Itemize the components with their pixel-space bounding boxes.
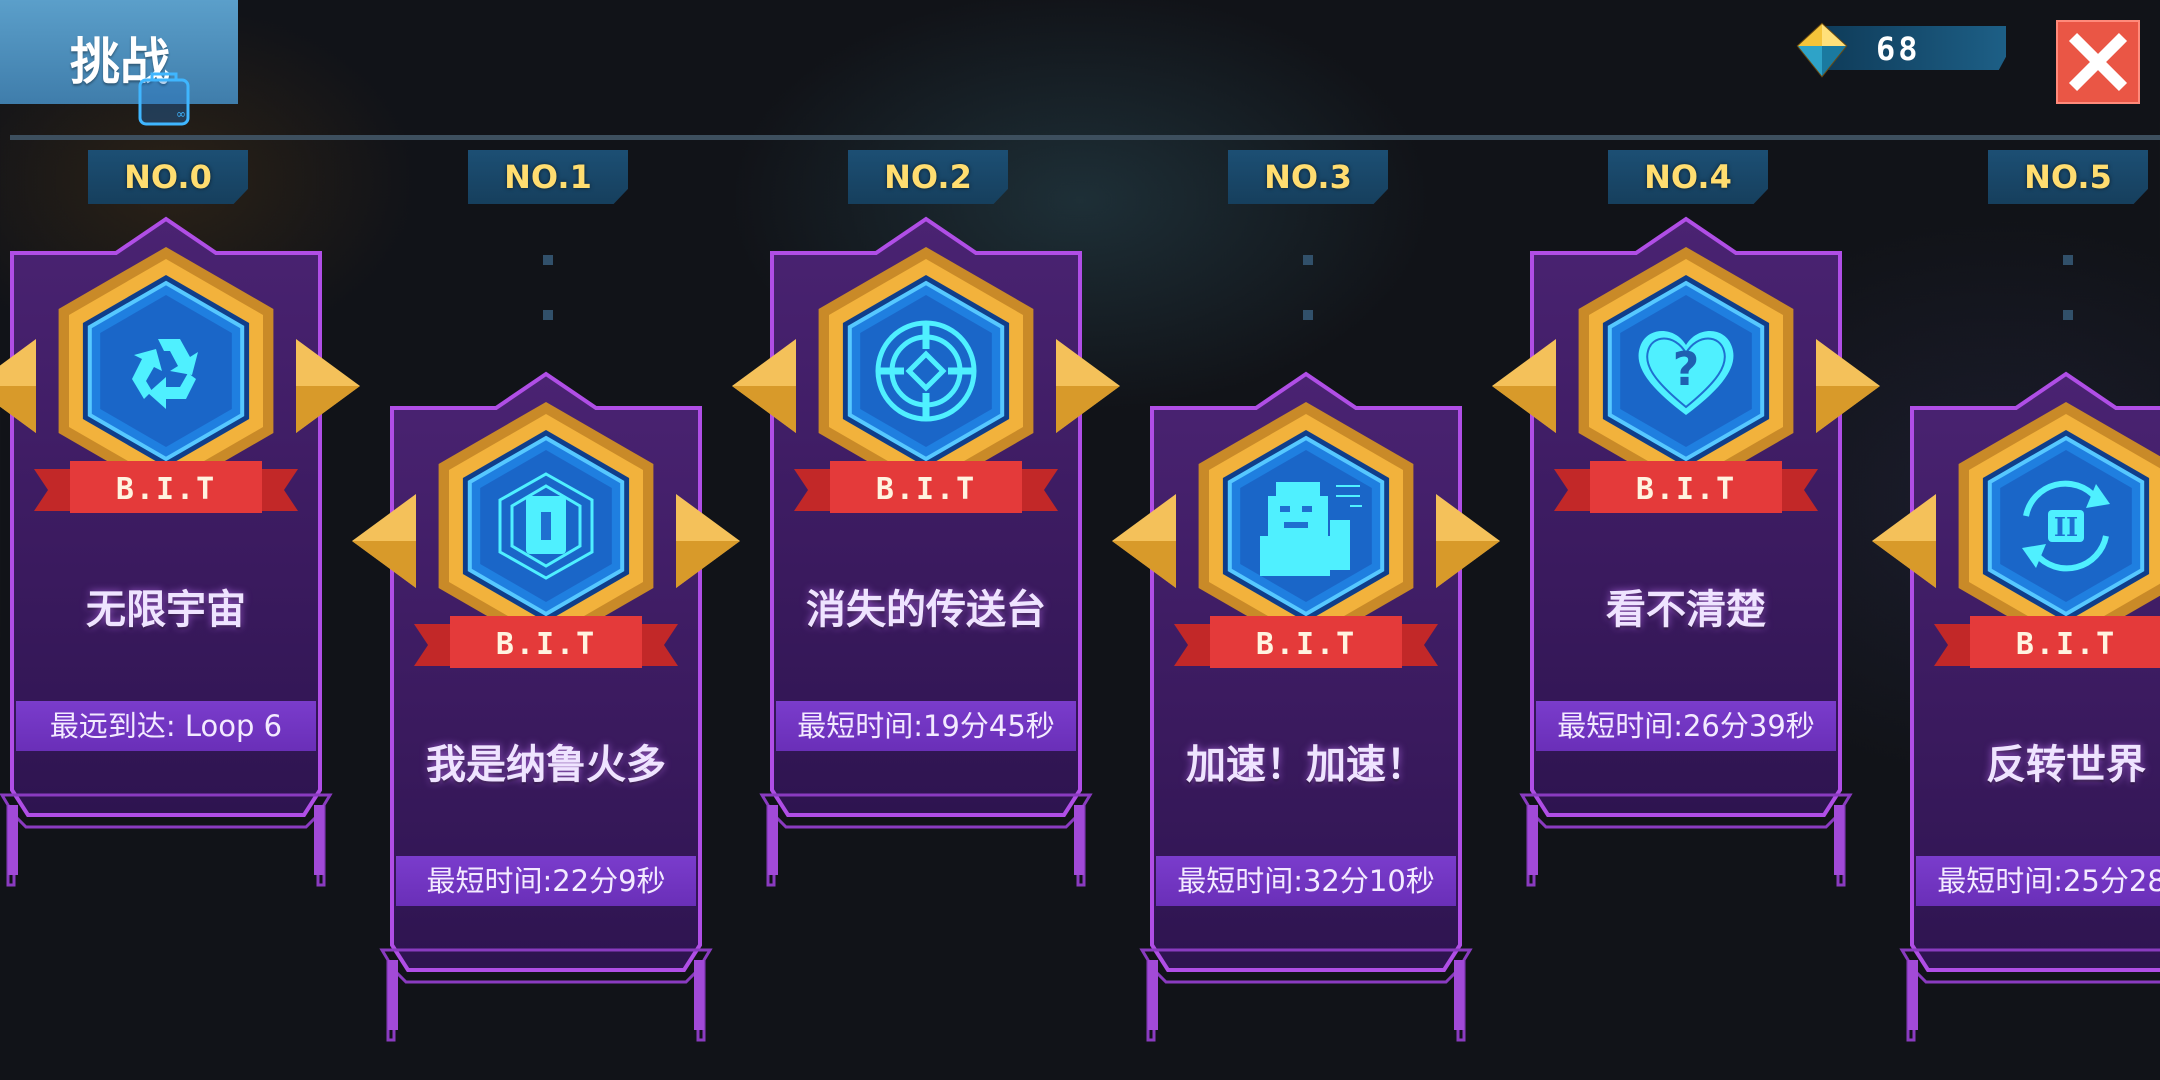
level-record: 最短时间:22分9秒: [396, 856, 696, 906]
arrow-left-icon: [732, 339, 796, 433]
svg-text:II: II: [2054, 513, 2078, 543]
arrow-left-icon: [352, 494, 416, 588]
ribbon-text: B.I.T: [1636, 472, 1736, 507]
bit-ribbon: B.I.T: [34, 461, 298, 513]
ribbon-text: B.I.T: [116, 472, 216, 507]
level-column-4: NO.4? B.I.T 看不清楚 最短时间:26分39秒: [1492, 0, 1880, 1080]
svg-text:?: ?: [1673, 342, 1700, 396]
level-number-label: NO.2: [848, 150, 1008, 204]
bit-ribbon: B.I.T: [1174, 616, 1438, 668]
level-column-1: NO.1 B.I.T 我是纳鲁火多最短时间:22分9秒: [352, 0, 740, 1080]
level-record: 最远到达: Loop 6: [16, 701, 316, 751]
bit-ribbon: B.I.T: [794, 461, 1058, 513]
level-name: 消失的传送台: [806, 587, 1046, 633]
level-column-3: NO.3 B.I.T 加速！加速！ 最短时间:32分10秒: [1112, 0, 1500, 1080]
level-badge: [438, 402, 654, 650]
level-record: 最短时间:32分10秒: [1156, 856, 1456, 906]
level-number-label: NO.0: [88, 150, 248, 204]
level-name: 反转世界: [1986, 742, 2146, 788]
level-column-2: NO.2 B.I.T 消失的传送台最短时间:19分45秒: [732, 0, 1120, 1080]
bit-ribbon: B.I.T: [1554, 461, 1818, 513]
level-record: 最短时间:19分45秒: [776, 701, 1076, 751]
level-name: 无限宇宙: [86, 587, 246, 633]
level-name: 加速！加速！: [1186, 742, 1426, 788]
level-column-0: NO.0 B.I.T 无限宇宙最远到达: Loop 6: [0, 0, 360, 1080]
level-record: 最短时间:26分39秒: [1536, 701, 1836, 751]
connector-dots: [1303, 255, 1313, 325]
arrow-right-icon: [1056, 339, 1120, 433]
stone-golem-icon: [1260, 482, 1362, 576]
connector-dots: [543, 255, 553, 325]
arrow-left-icon: [0, 339, 36, 433]
connector-dots: [2063, 255, 2073, 325]
arrow-left-icon: [1112, 494, 1176, 588]
arrow-right-icon: [1816, 339, 1880, 433]
arrow-left-icon: [1872, 494, 1936, 588]
level-number-label: NO.3: [1228, 150, 1388, 204]
level-card[interactable]: B.I.T 无限宇宙最远到达: Loop 6: [0, 215, 360, 887]
level-card[interactable]: II B.I.T 反转世界最短时间:25分28秒: [1872, 370, 2160, 1042]
level-card[interactable]: B.I.T 消失的传送台最短时间:19分45秒: [732, 215, 1120, 887]
ribbon-text: B.I.T: [876, 472, 976, 507]
level-card[interactable]: B.I.T 加速！加速！ 最短时间:32分10秒: [1112, 370, 1500, 1042]
level-badge: [1198, 402, 1414, 650]
level-name: 看不清楚: [1606, 587, 1766, 633]
arrow-left-icon: [1492, 339, 1556, 433]
bit-ribbon: B.I.T: [1934, 616, 2160, 668]
level-record: 最短时间:25分28秒: [1916, 856, 2160, 906]
arrow-right-icon: [296, 339, 360, 433]
ribbon-text: B.I.T: [496, 627, 596, 662]
level-name: 我是纳鲁火多: [426, 742, 666, 788]
level-column-5: NO.5 II B.I.T 反转世界最短时间:25分28秒: [1872, 0, 2160, 1080]
level-number-label: NO.5: [1988, 150, 2148, 204]
level-card[interactable]: ? B.I.T 看不清楚最短时间:26分39秒: [1492, 215, 1880, 887]
level-card[interactable]: B.I.T 我是纳鲁火多最短时间:22分9秒: [352, 370, 740, 1042]
ribbon-text: B.I.T: [2016, 627, 2116, 662]
arrow-right-icon: [676, 494, 740, 588]
level-badge: ?: [1578, 247, 1794, 495]
level-badge: II: [1958, 402, 2160, 650]
level-number-label: NO.1: [468, 150, 628, 204]
level-badge: [818, 247, 1034, 495]
level-badge: [58, 247, 274, 495]
ribbon-text: B.I.T: [1256, 627, 1356, 662]
arrow-right-icon: [1436, 494, 1500, 588]
level-number-label: NO.4: [1608, 150, 1768, 204]
bit-ribbon: B.I.T: [414, 616, 678, 668]
